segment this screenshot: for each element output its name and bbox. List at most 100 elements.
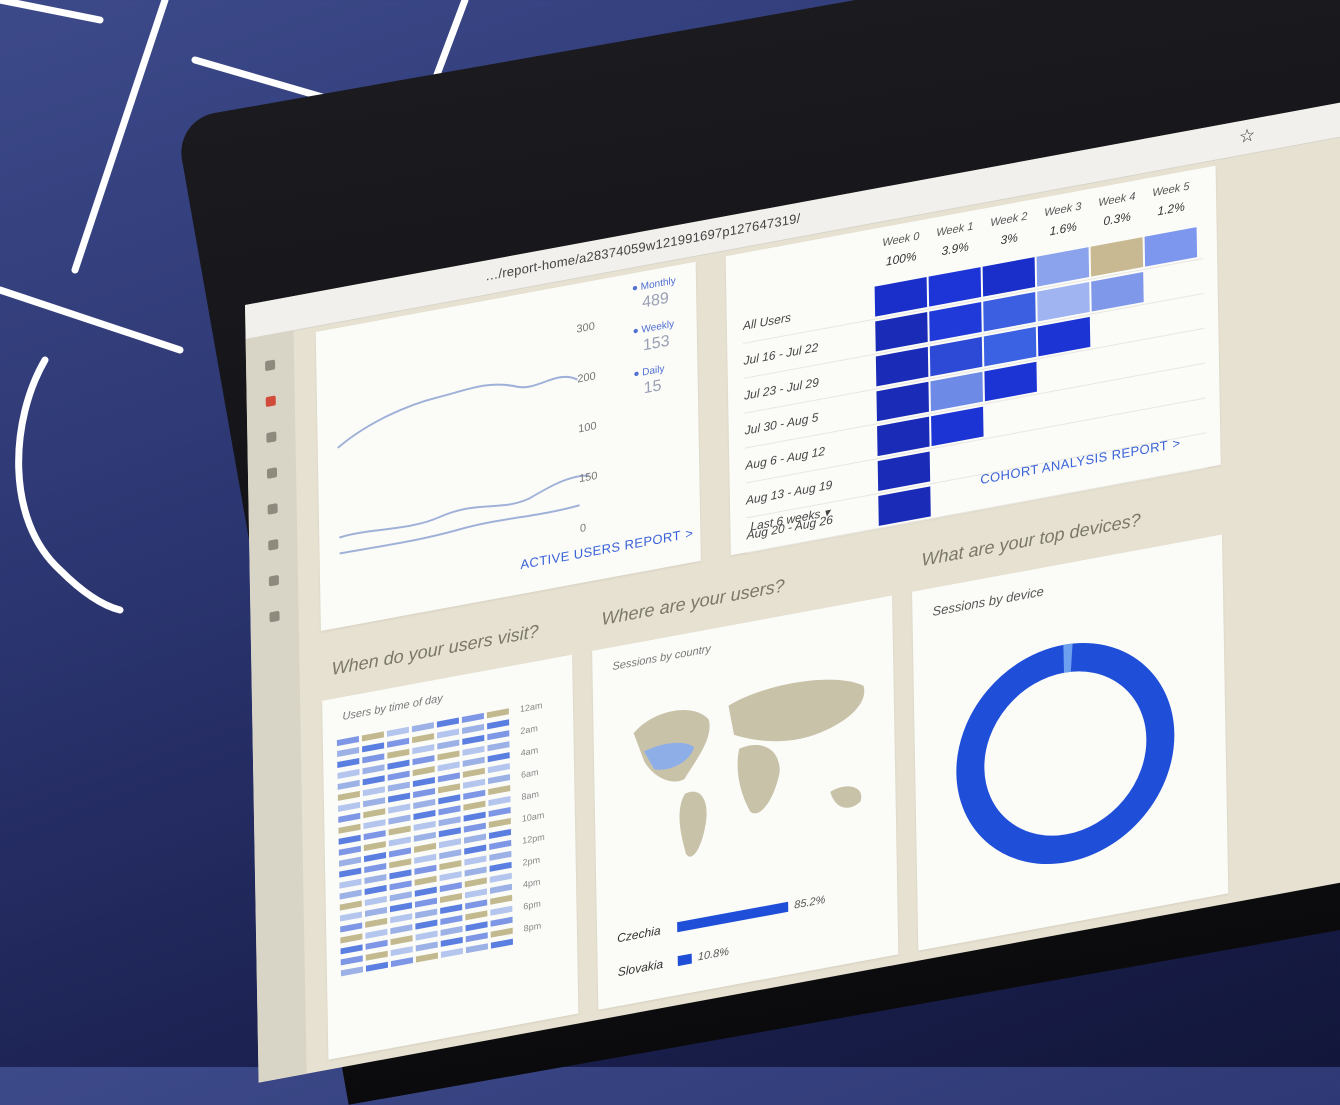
- sidebar: [245, 330, 308, 1083]
- heatmap-cell: [413, 831, 436, 842]
- africa-shape: [737, 745, 780, 814]
- heatmap-cell: [361, 731, 384, 742]
- heatmap-cell: [439, 871, 462, 882]
- bookmark-star-icon[interactable]: ☆: [1239, 124, 1256, 148]
- heatmap-cell: [387, 770, 410, 781]
- heatmap-cell: [436, 717, 459, 728]
- active-users-legend: ● Monthly 489 ● Weekly 153 ● Daily 15: [632, 272, 694, 412]
- cohort-cell[interactable]: [878, 486, 931, 526]
- heatmap-cell: [463, 822, 486, 833]
- country-bar-value: 85.2%: [794, 893, 826, 912]
- heatmap-cell: [488, 817, 511, 829]
- heatmap-cell: [389, 902, 413, 913]
- heatmap-cell: [439, 893, 463, 904]
- heatmap-cell: [363, 819, 386, 830]
- heatmap-cell: [465, 910, 488, 921]
- heatmap-cell: [437, 739, 460, 750]
- chevron-right-icon: >: [685, 525, 694, 542]
- heatmap-cell: [389, 880, 412, 891]
- laptop: …/report-home/a28374059w121991697p127647…: [0, 0, 1340, 1105]
- heatmap-cell: [389, 858, 412, 869]
- donut-mobile-segment: [1063, 643, 1073, 673]
- heatmap-cell: [488, 796, 511, 807]
- heatmap-cell: [339, 867, 362, 878]
- heatmap-cell: [364, 863, 387, 874]
- heatmap-cell: [415, 952, 438, 963]
- cohort-table: All Users Jul 16 - Jul 22 Jul 23 - Jul 29 J…: [742, 224, 1207, 554]
- heatmap-cell: [462, 734, 485, 745]
- sidebar-conversion-icon[interactable]: [268, 574, 279, 587]
- heatmap-cell: [490, 927, 513, 938]
- heatmap-cell: [336, 736, 359, 747]
- heatmap-cell: [440, 936, 463, 947]
- heatmap-cell: [337, 757, 360, 769]
- sidebar-flag-icon[interactable]: [269, 610, 280, 623]
- country-card-title: Sessions by country: [612, 642, 711, 674]
- heatmap-cell: [338, 845, 361, 856]
- heatmap-cell: [362, 753, 385, 764]
- heatmap-cell: [413, 809, 436, 820]
- sidebar-user-icon[interactable]: [266, 467, 278, 479]
- country-bar[interactable]: [677, 953, 692, 967]
- country-name: Czechia: [617, 923, 661, 946]
- heatmap-cell: [440, 914, 463, 925]
- heatmap-cell: [465, 932, 488, 943]
- heatmap-cell: [387, 748, 410, 759]
- heatmap-cell: [439, 849, 462, 860]
- heatmap-cell: [364, 906, 388, 917]
- heatmap-cell: [489, 839, 512, 850]
- country-bar-value: 10.8%: [697, 945, 730, 964]
- sessions-by-country-card: Sessions by country Czechia 85.2% Slovakia…: [592, 595, 899, 1010]
- heatmap-cell: [414, 875, 437, 886]
- heatmap-cell: [337, 779, 360, 790]
- time-of-day-heatmap: 12am 2am 4am 6am 8am 10am 12pm 2pm 4pm 6pm 8pm: [336, 699, 554, 980]
- heatmap-cell: [462, 756, 485, 767]
- heatmap-cell: [364, 884, 387, 895]
- sidebar-acquisition-icon[interactable]: [267, 503, 278, 515]
- legend-daily: ● Daily 15: [633, 358, 694, 400]
- device-card-title: Sessions by device: [932, 583, 1044, 620]
- heatmap-cell: [489, 861, 512, 872]
- heatmap-cell: [365, 928, 388, 939]
- heatmap-cell: [486, 708, 509, 719]
- europe-asia-shape: [728, 679, 865, 742]
- week-percentage: 1.6%: [1049, 219, 1077, 239]
- heatmap-cell: [488, 774, 511, 785]
- legend-monthly: ● Monthly 489: [632, 272, 693, 314]
- heatmap-cell: [386, 726, 409, 737]
- heatmap-cell: [340, 966, 364, 977]
- country-bar[interactable]: [677, 901, 789, 933]
- south-america-shape: [679, 791, 707, 857]
- world-map: [633, 679, 865, 857]
- heatmap-cell: [365, 950, 388, 961]
- heatmap-cell: [438, 827, 461, 838]
- heatmap-cell: [463, 778, 486, 789]
- heatmap-cell: [412, 744, 435, 755]
- heatmap-cell: [411, 722, 434, 733]
- sidebar-home-icon[interactable]: [265, 359, 276, 372]
- heatmap-cell: [339, 911, 363, 922]
- heatmap-cell: [388, 792, 411, 803]
- heatmap-cell: [365, 961, 389, 972]
- sidebar-clock-icon[interactable]: [266, 431, 277, 444]
- heatmap-cell: [388, 836, 411, 847]
- week-percentage: 3.9%: [941, 239, 969, 259]
- heatmap-cell: [487, 752, 510, 763]
- sidebar-behavior-icon[interactable]: [268, 538, 279, 551]
- heatmap-cell: [461, 712, 484, 723]
- heatmap-cell: [415, 919, 438, 930]
- heatmap-cell: [414, 897, 438, 908]
- heatmap-cell: [388, 814, 411, 825]
- sessions-by-device-card: Sessions by device: [912, 534, 1229, 951]
- sidebar-alert-icon[interactable]: [265, 395, 276, 408]
- week-percentage: 3%: [1000, 230, 1018, 248]
- australia-shape: [830, 786, 862, 808]
- heatmap-cell: [489, 883, 513, 894]
- active-users-card: ● Monthly 489 ● Weekly 153 ● Daily 15 30…: [315, 261, 701, 632]
- week-percentage: 0.3%: [1103, 209, 1131, 229]
- heatmap-cell: [338, 823, 361, 834]
- country-name: Slovakia: [617, 956, 664, 980]
- week-percentage: 100%: [885, 248, 917, 269]
- weekly-line: [339, 474, 590, 539]
- heatmap-cell: [490, 905, 513, 916]
